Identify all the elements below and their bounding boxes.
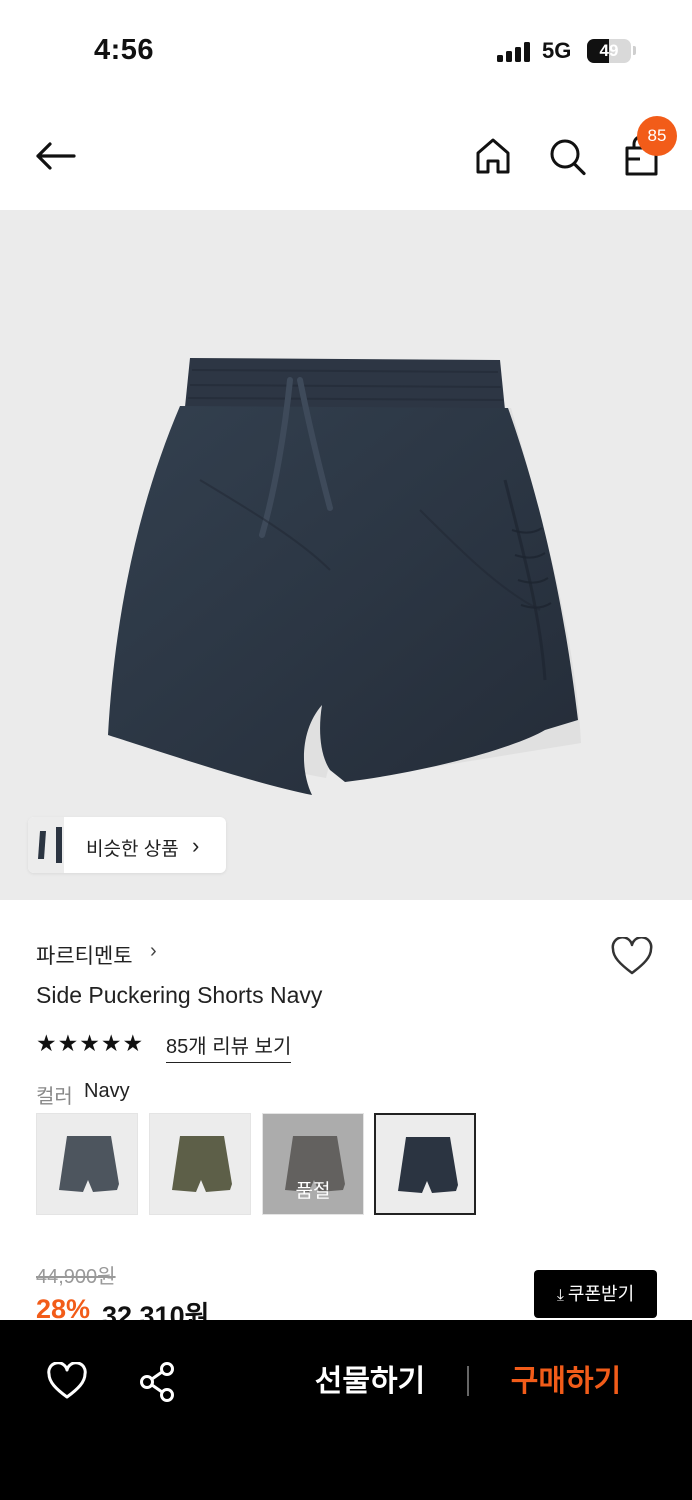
product-image <box>108 358 581 795</box>
original-price: 44,900원 <box>36 1266 116 1288</box>
status-bar: 4:56 5G 49 <box>0 0 692 100</box>
rating-stars: ★★★★★ <box>36 1030 145 1056</box>
swatch-thumbnail <box>59 1136 119 1192</box>
swatch-thumbnail <box>398 1137 458 1193</box>
battery-cap <box>633 46 636 55</box>
brand-link[interactable]: 파르티멘토 <box>36 940 133 970</box>
color-swatch[interactable] <box>374 1113 476 1215</box>
product-image-gallery[interactable]: 비슷한 상품 › <box>0 210 692 900</box>
divider <box>467 1366 469 1396</box>
battery-icon: 49 <box>587 39 631 63</box>
heart-icon <box>47 1361 87 1399</box>
heart-icon <box>611 936 653 975</box>
search-icon <box>550 139 586 176</box>
color-swatch[interactable] <box>36 1113 138 1215</box>
bottom-action-bar: 선물하기 구매하기 <box>0 1320 692 1500</box>
similar-product-thumbnail <box>28 817 64 873</box>
status-time: 4:56 <box>94 34 155 66</box>
similar-products-label: 비슷한 상품 <box>86 839 179 860</box>
reviews-link[interactable]: 85개 리뷰 보기 <box>166 1030 292 1063</box>
cellular-signal-icon <box>497 42 533 62</box>
search-button[interactable] <box>546 134 588 178</box>
gift-button[interactable]: 선물하기 <box>300 1360 440 1404</box>
bottom-wishlist-button[interactable] <box>46 1361 88 1402</box>
chevron-right-icon: › <box>192 833 200 858</box>
arrow-left-icon <box>36 142 76 170</box>
sold-out-label: 품절 <box>295 1181 331 1202</box>
swatch-thumbnail <box>172 1136 232 1192</box>
similar-products-button[interactable]: 비슷한 상품 › <box>28 817 226 873</box>
buy-button[interactable]: 구매하기 <box>496 1360 636 1404</box>
wishlist-button[interactable] <box>610 936 654 977</box>
chevron-right-icon: › <box>150 940 157 962</box>
share-button[interactable] <box>138 1360 178 1404</box>
home-button[interactable] <box>472 134 514 178</box>
coupon-button-label: 쿠폰받기 <box>567 1284 635 1304</box>
download-coupon-button[interactable]: ⤓ 쿠폰받기 <box>534 1270 657 1318</box>
battery-level: 49 <box>599 41 619 60</box>
download-icon: ⤓ <box>556 1287 564 1304</box>
product-title: Side Puckering Shorts Navy <box>36 982 323 1008</box>
color-option-label: 컬러 <box>36 1086 73 1108</box>
back-button[interactable] <box>32 136 80 176</box>
color-swatch[interactable] <box>149 1113 251 1215</box>
home-icon <box>476 138 510 174</box>
color-swatch[interactable]: 품절 <box>262 1113 364 1215</box>
top-nav <box>0 100 692 210</box>
cart-count-badge: 85 <box>637 116 677 156</box>
network-type: 5G <box>542 38 572 63</box>
share-icon <box>140 1362 174 1402</box>
selected-color: Navy <box>84 1080 130 1102</box>
